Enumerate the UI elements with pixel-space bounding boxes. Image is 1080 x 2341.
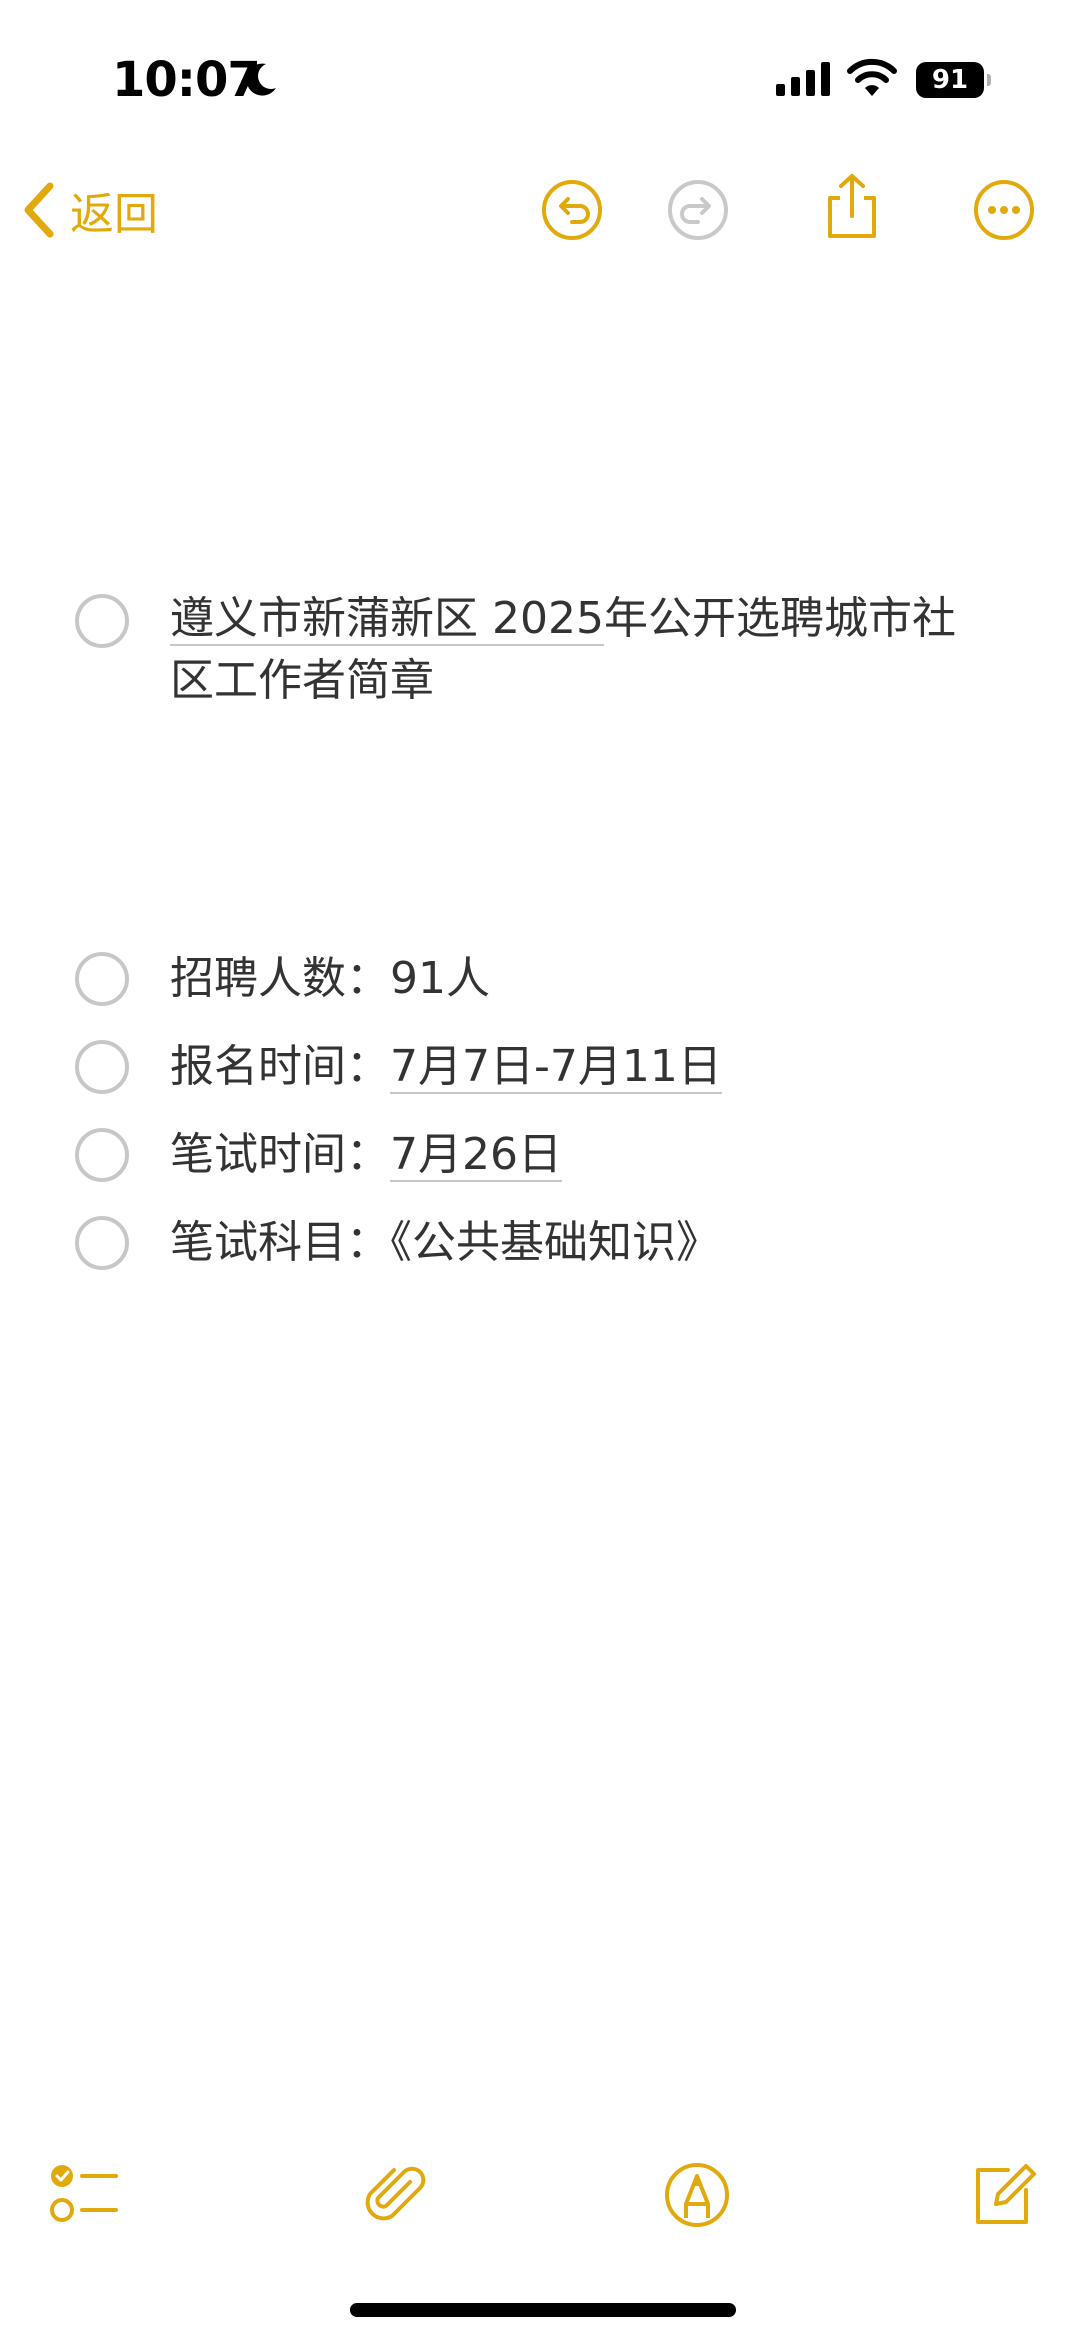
item-label: 报名时间： xyxy=(170,1041,390,1092)
moon-icon xyxy=(246,63,276,96)
top-toolbar: 返回 xyxy=(0,160,1080,260)
paperclip-attachment-icon[interactable] xyxy=(358,2160,428,2230)
checklist-circle[interactable] xyxy=(75,1128,129,1182)
item-text[interactable]: 招聘人数：91人 xyxy=(170,948,1000,1010)
home-indicator[interactable] xyxy=(350,2303,736,2317)
cellular-signal-icon xyxy=(776,62,830,96)
item-label: 笔试时间： xyxy=(170,1129,390,1180)
title-linked-text[interactable]: 遵义市新蒲新区 2025 xyxy=(170,593,604,646)
item-label: 招聘人数： xyxy=(170,953,390,1004)
title-text-line2: 区工作者简章 xyxy=(170,655,434,706)
item-text[interactable]: 笔试科目：《公共基础知识》 xyxy=(170,1212,1000,1274)
item-value-date-link[interactable]: 7月7日-7月11日 xyxy=(390,1041,722,1094)
item-value-date-link[interactable]: 7月26日 xyxy=(390,1129,562,1182)
chevron-left-icon xyxy=(24,182,54,238)
back-label: 返回 xyxy=(70,189,158,240)
redo-icon[interactable] xyxy=(666,178,730,242)
more-options-icon[interactable] xyxy=(972,178,1036,242)
wifi-icon xyxy=(847,58,897,96)
checklist-circle[interactable] xyxy=(75,1040,129,1094)
item-text[interactable]: 报名时间：7月7日-7月11日 xyxy=(170,1036,1000,1098)
share-icon[interactable] xyxy=(820,172,884,242)
item-label: 笔试科目： xyxy=(170,1217,390,1268)
battery-level: 91 xyxy=(916,62,984,98)
checklist-circle[interactable] xyxy=(75,1216,129,1270)
item-value: 《公共基础知识》 xyxy=(390,1217,720,1268)
notes-page: 10:07 91 返回 遵义市新蒲新区 2025年公开选聘城市社 区工作者简章 … xyxy=(0,0,1080,2341)
item-value: 91人 xyxy=(390,953,490,1004)
battery-indicator: 91 xyxy=(916,62,991,98)
status-time: 10:07 xyxy=(112,52,261,108)
checklist-icon[interactable] xyxy=(48,2160,124,2230)
status-bar: 10:07 91 xyxy=(0,0,1080,150)
compose-new-note-icon[interactable] xyxy=(968,2160,1038,2230)
battery-cap xyxy=(987,74,991,86)
undo-icon[interactable] xyxy=(540,178,604,242)
markup-pen-icon[interactable] xyxy=(662,2160,732,2230)
checklist-circle[interactable] xyxy=(75,952,129,1006)
back-button[interactable]: 返回 xyxy=(20,178,158,242)
item-text[interactable]: 遵义市新蒲新区 2025年公开选聘城市社 区工作者简章 xyxy=(170,588,1000,712)
item-text[interactable]: 笔试时间：7月26日 xyxy=(170,1124,1000,1186)
checklist-circle[interactable] xyxy=(75,594,129,648)
title-text: 年公开选聘城市社 xyxy=(603,593,956,644)
